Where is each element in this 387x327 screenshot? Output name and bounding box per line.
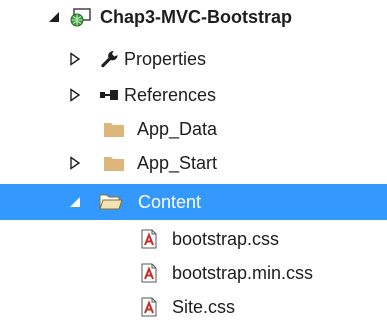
css-file-icon [140, 229, 160, 249]
tree-item-label: App_Start [137, 153, 218, 173]
tree-item-project[interactable]: Chap3-MVC-Bootstrap [0, 0, 387, 34]
solution-explorer-tree: Chap3-MVC-Bootstrap Properties Reference… [0, 0, 387, 327]
tree-item-label: Properties [124, 49, 207, 69]
css-file-icon [140, 263, 160, 283]
tree-item-bootstrap-css[interactable]: bootstrap.css [0, 222, 387, 256]
project-label: Chap3-MVC-Bootstrap [100, 7, 292, 27]
tree-item-bootstrap-min-css[interactable]: bootstrap.min.css [0, 256, 387, 290]
collapse-arrow-icon[interactable] [47, 10, 61, 24]
tree-item-label: References [124, 85, 217, 105]
expand-arrow-icon[interactable] [68, 156, 82, 170]
tree-item-site-css[interactable]: Site.css [0, 290, 387, 324]
references-icon [99, 85, 119, 105]
expand-arrow-icon[interactable] [68, 88, 82, 102]
tree-item-label: Content [138, 192, 202, 212]
css-file-icon [140, 297, 160, 317]
web-project-icon [70, 7, 91, 27]
folder-icon [103, 119, 124, 139]
folder-icon [103, 153, 124, 173]
tree-item-properties[interactable]: Properties [0, 42, 387, 76]
tree-item-label: bootstrap.css [172, 229, 280, 249]
collapse-arrow-icon[interactable] [68, 195, 82, 209]
wrench-icon [99, 49, 119, 69]
tree-item-app-start[interactable]: App_Start [0, 146, 387, 180]
tree-item-app-data[interactable]: App_Data [0, 112, 387, 146]
expand-arrow-icon[interactable] [68, 52, 82, 66]
tree-item-label: Site.css [172, 297, 236, 317]
tree-item-references[interactable]: References [0, 78, 387, 112]
folder-open-icon [99, 192, 123, 212]
tree-item-content[interactable]: Content [0, 184, 387, 220]
tree-item-label: bootstrap.min.css [172, 263, 314, 283]
tree-item-label: App_Data [137, 119, 218, 139]
